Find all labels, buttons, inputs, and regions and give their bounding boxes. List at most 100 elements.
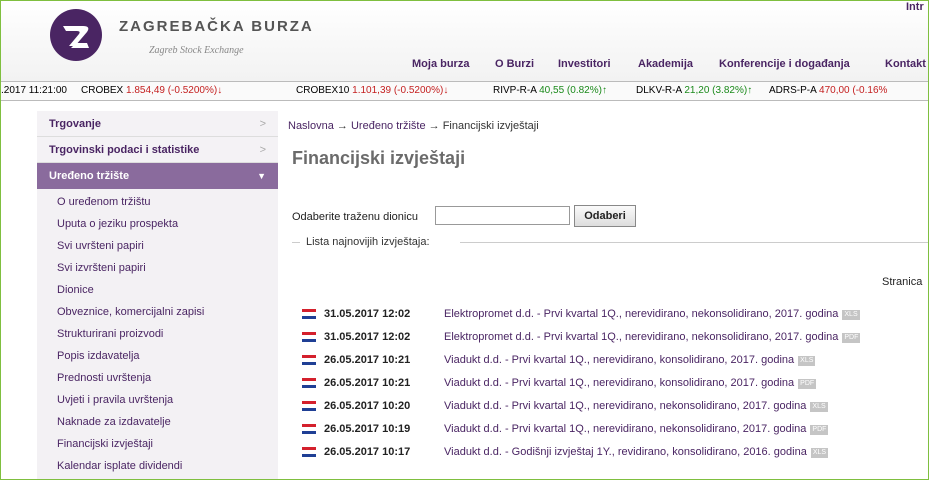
nav-akademija[interactable]: Akademija: [638, 58, 693, 70]
brand-name: ZAGREBAČKA BURZA: [119, 18, 314, 35]
sidebar-subitem-financijski[interactable]: Financijski izvještaji: [37, 433, 278, 455]
ticker-item[interactable]: RIVP-R-A 40,55 (0.82%)↑: [493, 82, 607, 100]
report-date: 26.05.2017 10:21: [324, 377, 411, 389]
sidebar-item-label: Trgovanje: [49, 118, 101, 130]
ticker-symbol: DLKV-R-A: [636, 85, 682, 96]
xls-file-icon[interactable]: XLS: [810, 402, 828, 412]
brand-subtitle: Zagreb Stock Exchange: [149, 45, 244, 56]
main-nav: Moja burza O Burzi Investitori Akademija…: [1, 58, 928, 78]
sidebar-subitem-popis-izdavatelja[interactable]: Popis izdavatelja: [37, 345, 278, 367]
ticker-symbol: RIVP-R-A: [493, 85, 537, 96]
site-header: ZAGREBAČKA BURZA Zagreb Stock Exchange I…: [1, 1, 928, 81]
report-link[interactable]: Elektropromet d.d. - Prvi kvartal 1Q., n…: [444, 308, 860, 320]
nav-konferencije[interactable]: Konferencije i događanja: [719, 58, 850, 70]
ticker-value: 1.101,39 (-0.5200%): [352, 85, 444, 96]
chevron-right-icon: >: [259, 144, 266, 156]
ticker-item[interactable]: DLKV-R-A 21,20 (3.82%)↑: [636, 82, 752, 100]
nav-o-burzi[interactable]: O Burzi: [495, 58, 534, 70]
ticker-symbol: CROBEX: [81, 85, 124, 96]
report-link[interactable]: Viadukt d.d. - Godišnji izvještaj 1Y., r…: [444, 446, 829, 458]
breadcrumb-home[interactable]: Naslovna: [288, 120, 334, 132]
arrow-up-icon: ↑: [747, 85, 753, 96]
divider: [292, 242, 300, 243]
sidebar-subitem-dionice[interactable]: Dionice: [37, 279, 278, 301]
croatia-flag-icon: [302, 332, 316, 342]
breadcrumb-section[interactable]: Uređeno tržište: [351, 120, 426, 132]
ticker-value: 470,00 (-0.16%: [819, 85, 888, 96]
stock-select-label: Odaberite traženu dionicu: [292, 211, 418, 223]
ticker-item[interactable]: CROBEX10 1.101,39 (-0.5200%)↓: [296, 82, 448, 100]
report-date: 26.05.2017 10:21: [324, 354, 411, 366]
sidebar-subitem-uvjeti[interactable]: Uvjeti i pravila uvrštenja: [37, 389, 278, 411]
sidebar-item-trgovinski-podaci[interactable]: Trgovinski podaci i statistike >: [37, 137, 278, 163]
sidebar-item-label: Uređeno tržište: [49, 170, 130, 182]
pdf-file-icon[interactable]: PDF: [842, 333, 861, 343]
sidebar-subitem-svi-izvrsteni[interactable]: Svi izvršteni papiri: [37, 257, 278, 279]
croatia-flag-icon: [302, 424, 316, 434]
sidebar-subitem-strukturirani[interactable]: Strukturirani proizvodi: [37, 323, 278, 345]
sidebar-subitem-svi-uvrsteni[interactable]: Svi uvršteni papiri: [37, 235, 278, 257]
sidebar-item-label: Trgovinski podaci i statistike: [49, 144, 200, 156]
sidebar-subitem-uputa[interactable]: Uputa o jeziku prospekta: [37, 213, 278, 235]
report-row: 26.05.2017 10:21 Viadukt d.d. - Prvi kva…: [302, 352, 928, 370]
breadcrumb: Naslovna → Uređeno tržište → Financijski…: [288, 120, 539, 132]
sidebar-item-trgovanje[interactable]: Trgovanje >: [37, 111, 278, 137]
app-window: ZAGREBAČKA BURZA Zagreb Stock Exchange I…: [0, 0, 929, 480]
sidebar-subitem-kalendar[interactable]: Kalendar isplate dividendi: [37, 455, 278, 477]
report-row: 26.05.2017 10:17 Viadukt d.d. - Godišnji…: [302, 444, 928, 462]
sidebar-subitem-prednosti[interactable]: Prednosti uvrštenja: [37, 367, 278, 389]
list-title: Lista najnovijih izvještaja:: [306, 236, 430, 248]
sidebar-subitem-obveznice[interactable]: Obveznice, komercijalni zapisi: [37, 301, 278, 323]
nav-kontakt[interactable]: Kontakt: [885, 58, 926, 70]
report-link[interactable]: Elektropromet d.d. - Prvi kvartal 1Q., n…: [444, 331, 861, 343]
stock-select-input[interactable]: [435, 206, 570, 225]
report-row: 26.05.2017 10:20 Viadukt d.d. - Prvi kva…: [302, 398, 928, 416]
report-row: 26.05.2017 10:19 Viadukt d.d. - Prvi kva…: [302, 421, 928, 439]
caret-down-icon: ▼: [257, 171, 266, 181]
report-link[interactable]: Viadukt d.d. - Prvi kvartal 1Q., nerevid…: [444, 377, 817, 389]
report-link[interactable]: Viadukt d.d. - Prvi kvartal 1Q., nerevid…: [444, 354, 816, 366]
croatia-flag-icon: [302, 309, 316, 319]
ticker-symbol: CROBEX10: [296, 85, 350, 96]
nav-investitori[interactable]: Investitori: [558, 58, 611, 70]
croatia-flag-icon: [302, 378, 316, 388]
stock-ticker: .2017 11:21:00 CROBEX 1.854,49 (-0.5200%…: [1, 81, 928, 101]
nav-moja-burza[interactable]: Moja burza: [412, 58, 469, 70]
report-date: 26.05.2017 10:20: [324, 400, 411, 412]
report-link[interactable]: Viadukt d.d. - Prvi kvartal 1Q., nerevid…: [444, 400, 828, 412]
top-link[interactable]: Intr: [906, 1, 924, 13]
report-date: 26.05.2017 10:19: [324, 423, 411, 435]
main-content: Naslovna → Uređeno tržište → Financijski…: [278, 111, 928, 479]
ticker-value: 1.854,49 (-0.5200%): [126, 85, 218, 96]
arrow-down-icon: ↓: [443, 85, 449, 96]
select-button[interactable]: Odaberi: [574, 205, 636, 227]
list-heading: Lista najnovijih izvještaja:: [292, 235, 928, 251]
croatia-flag-icon: [302, 447, 316, 457]
breadcrumb-separator: →: [428, 120, 440, 132]
chevron-right-icon: >: [259, 118, 266, 130]
report-link[interactable]: Viadukt d.d. - Prvi kvartal 1Q., nerevid…: [444, 423, 829, 435]
pdf-file-icon[interactable]: PDF: [798, 379, 817, 389]
sidebar: Trgovanje > Trgovinski podaci i statistik…: [37, 111, 278, 479]
divider: [460, 242, 928, 243]
arrow-up-icon: ↑: [601, 85, 607, 96]
report-row: 31.05.2017 12:02 Elektropromet d.d. - Pr…: [302, 329, 928, 347]
sidebar-subitem-o-uredenom[interactable]: O uređenom tržištu: [37, 191, 278, 213]
xls-file-icon[interactable]: XLS: [810, 448, 829, 458]
xls-file-icon[interactable]: XLS: [842, 310, 860, 320]
report-date: 26.05.2017 10:17: [324, 446, 411, 458]
xls-file-icon[interactable]: XLS: [798, 356, 816, 366]
ticker-value: 40,55 (0.82%): [539, 85, 602, 96]
pdf-file-icon[interactable]: PDF: [810, 425, 829, 435]
report-date: 31.05.2017 12:02: [324, 331, 411, 343]
breadcrumb-current: Financijski izvještaji: [442, 120, 539, 132]
sidebar-subitem-naknade[interactable]: Naknade za izdavatelje: [37, 411, 278, 433]
ticker-value: 21,20 (3.82%): [684, 85, 748, 96]
ticker-item[interactable]: CROBEX 1.854,49 (-0.5200%)↓: [81, 82, 222, 100]
zse-logo-icon[interactable]: [49, 8, 103, 62]
croatia-flag-icon: [302, 401, 316, 411]
sidebar-item-uredeno-trziste[interactable]: Uređeno tržište ▼: [37, 163, 278, 189]
ticker-timestamp: .2017 11:21:00: [1, 85, 67, 96]
croatia-flag-icon: [302, 355, 316, 365]
ticker-item[interactable]: ADRS-P-A 470,00 (-0.16%: [769, 82, 887, 100]
